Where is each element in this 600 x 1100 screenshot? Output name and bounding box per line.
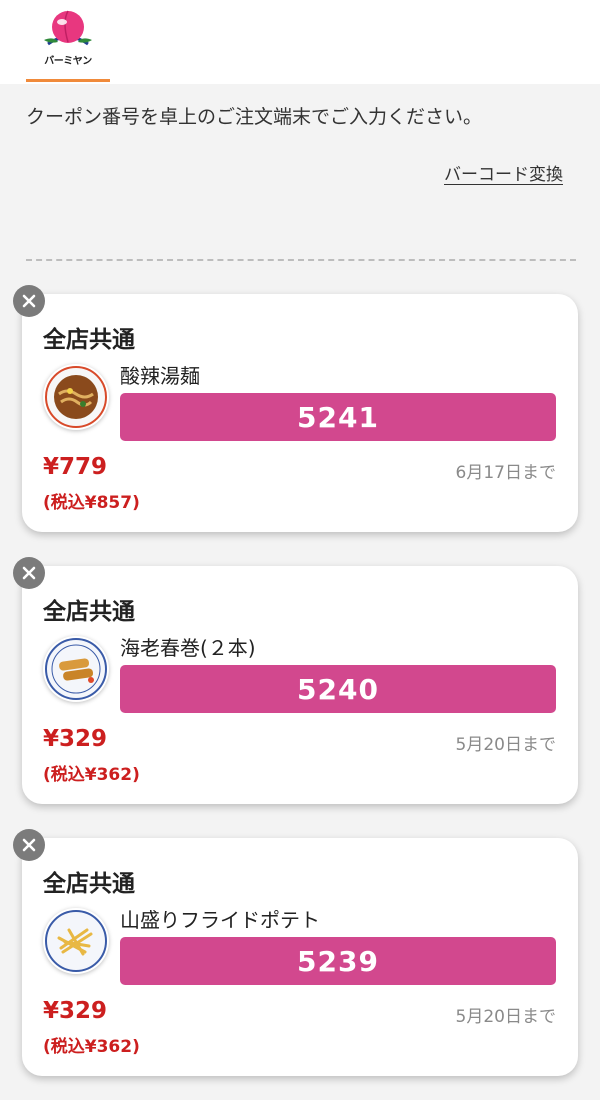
french-fries-dish-icon <box>43 908 109 974</box>
close-icon[interactable] <box>13 557 45 589</box>
close-icon[interactable] <box>13 285 45 317</box>
coupon-price: ¥329 <box>43 998 108 1024</box>
coupon-code: 5240 <box>120 665 556 713</box>
close-icon[interactable] <box>13 829 45 861</box>
coupon-item-name: 酸辣湯麺 <box>120 364 200 388</box>
coupon-code: 5241 <box>120 393 556 441</box>
brand-name: バーミヤン <box>44 56 92 67</box>
coupon-price-tax: (税込¥362) <box>43 765 140 785</box>
coupon-expiry: 6月17日まで <box>455 463 556 483</box>
coupon-scope: 全店共通 <box>43 599 135 625</box>
coupon-item-name: 山盛りフライドポテト <box>120 908 320 932</box>
peach-logo-icon <box>44 10 92 46</box>
logo-tab[interactable]: バーミヤン <box>26 0 110 84</box>
coupon-scope: 全店共通 <box>43 871 135 897</box>
coupon-scope: 全店共通 <box>43 327 135 353</box>
coupon-price: ¥329 <box>43 726 108 752</box>
soup-noodle-dish-icon <box>43 364 109 430</box>
active-tab-indicator <box>26 79 110 82</box>
coupon-expiry: 5月20日まで <box>455 735 556 755</box>
coupon-card: 全店共通 山盛りフライドポテト 5239 ¥329 (税込¥362) 5月20日… <box>13 829 578 1076</box>
app-header: バーミヤン <box>0 0 600 84</box>
spring-roll-dish-icon <box>43 636 109 702</box>
coupon-expiry: 5月20日まで <box>455 1007 556 1027</box>
coupon-instruction: クーポン番号を卓上のご注文端末でご入力ください。 <box>26 106 483 128</box>
coupon-item-name: 海老春巻(２本) <box>120 636 256 660</box>
barcode-convert-link[interactable]: バーコード変換 <box>444 160 563 185</box>
coupon-price: ¥779 <box>43 454 108 480</box>
coupon-card: 全店共通 海老春巻(２本) 5240 ¥329 (税込¥362) 5月20日まで <box>13 557 578 804</box>
dashed-divider <box>26 259 576 261</box>
coupon-code: 5239 <box>120 937 556 985</box>
coupon-card: 全店共通 酸辣湯麺 5241 ¥779 (税込¥857) 6月17日まで <box>13 285 578 532</box>
coupon-price-tax: (税込¥857) <box>43 493 140 513</box>
coupon-price-tax: (税込¥362) <box>43 1037 140 1057</box>
